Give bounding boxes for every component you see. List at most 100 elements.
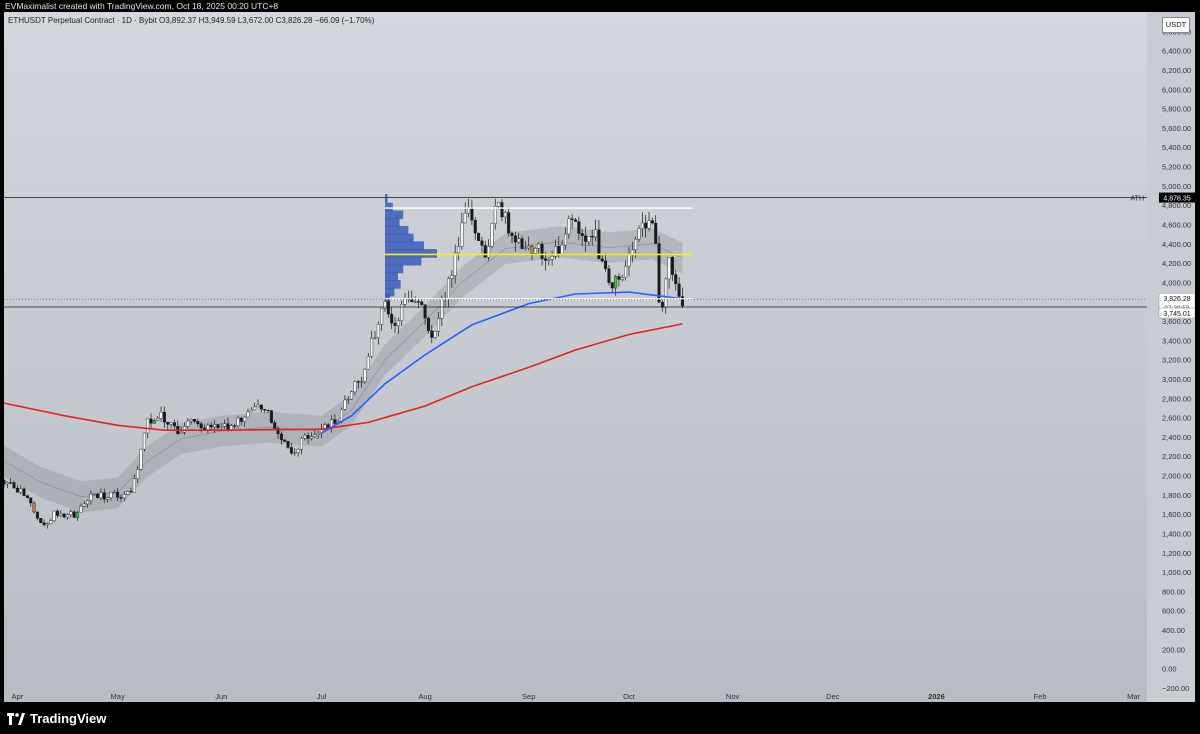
candle-body (122, 494, 126, 499)
candle-body (447, 278, 451, 299)
candle-body (286, 441, 290, 448)
candle-body (179, 432, 183, 435)
candle-body (4, 480, 6, 485)
candle-body (386, 301, 390, 315)
candle-body (263, 409, 267, 411)
candle-body (246, 411, 250, 418)
candle-body (19, 488, 23, 493)
candle-body (647, 220, 651, 229)
candle-body (186, 420, 190, 427)
candle-body (650, 220, 654, 224)
volume-profile-bar (385, 293, 391, 303)
candle-body (283, 439, 287, 442)
candle-body (172, 422, 176, 427)
price-tick-label: 1,800.00 (1162, 491, 1191, 500)
price-tick-label: 3,400.00 (1162, 336, 1191, 345)
candle-body (570, 218, 574, 220)
mark-price-text: 3,745.01 (1163, 311, 1190, 318)
candle-body (89, 494, 93, 501)
candle-body (460, 222, 464, 247)
price-tick-label: 4,000.00 (1162, 278, 1191, 287)
candle-body (430, 330, 434, 338)
tradingview-logo[interactable]: TradingView (7, 711, 106, 726)
candle-body (420, 301, 424, 305)
currency-unit-button[interactable]: USDT (1162, 17, 1190, 33)
candle-body (503, 212, 507, 218)
candle-body (156, 418, 160, 421)
price-tick-label: 600.00 (1162, 607, 1185, 616)
candle-body (670, 257, 674, 275)
price-tick-label: 6,400.00 (1162, 47, 1191, 56)
price-tick-label: 5,200.00 (1162, 163, 1191, 172)
price-tick-label: 2,200.00 (1162, 452, 1191, 461)
volume-profile-bar (385, 194, 388, 203)
candle-body (182, 426, 186, 433)
candle-body (450, 275, 454, 279)
candle-body (273, 422, 277, 429)
candle-body (353, 381, 357, 393)
candle-body (373, 337, 377, 339)
price-tick-label: 800.00 (1162, 587, 1185, 596)
candle-body (500, 202, 504, 218)
candle-body (483, 245, 487, 258)
candle-body (99, 492, 103, 499)
candle-body (152, 420, 156, 424)
candle-body (436, 318, 440, 332)
candle-body (510, 232, 514, 237)
candle-body (29, 497, 33, 504)
candle-body (363, 368, 367, 382)
candle-body (557, 246, 561, 254)
candle-body (527, 245, 531, 249)
price-tick-label: 200.00 (1162, 645, 1185, 654)
footer-bar: TradingView (0, 702, 1200, 734)
candle-body (433, 331, 437, 338)
price-tick-label: 5,000.00 (1162, 182, 1191, 191)
candle-body (470, 207, 474, 221)
candle-body (149, 418, 153, 424)
candle-body (654, 222, 658, 244)
candle-body (497, 202, 501, 207)
candle-body (513, 235, 517, 243)
price-tick-label: 2,800.00 (1162, 394, 1191, 403)
price-chart[interactable]: −200.00 0.00 200.00 400.00 600.00 800.00 1,000… (4, 12, 1195, 702)
candle-body (303, 435, 307, 439)
candle-body (580, 233, 584, 237)
price-tick-label: 3,600.00 (1162, 317, 1191, 326)
candle-body (440, 298, 444, 319)
candle-body (192, 418, 196, 422)
volume-profile-bar (385, 249, 437, 258)
candle-body (249, 409, 253, 413)
candle-body (607, 268, 611, 283)
price-tick-label: 5,600.00 (1162, 124, 1191, 133)
volume-profile-bar (385, 202, 393, 212)
candle-body (116, 491, 120, 498)
price-tick-label: 1,000.00 (1162, 568, 1191, 577)
candle-body (543, 258, 547, 261)
candle-body (62, 513, 66, 518)
candle-body (223, 423, 227, 427)
candle-body (209, 424, 213, 428)
candle-body (617, 276, 621, 280)
time-tick-label: May (111, 692, 125, 701)
candle-body (189, 418, 193, 422)
candle-body (206, 424, 210, 430)
candle-body (520, 238, 524, 249)
candle-body (517, 238, 521, 243)
chart-plot-area[interactable]: −200.00 0.00 200.00 400.00 600.00 800.00 1,000… (4, 12, 1195, 702)
candle-body (109, 492, 113, 499)
price-tick-label: 5,800.00 (1162, 105, 1191, 114)
time-tick-label: Sep (522, 692, 535, 701)
chart-window: EVMaximalist created with TradingView.co… (0, 0, 1200, 734)
candle-body (574, 219, 578, 222)
candle-body (266, 409, 270, 412)
candle-body (102, 492, 106, 500)
price-tick-label: 1,400.00 (1162, 529, 1191, 538)
candle-body (129, 491, 133, 493)
candle-body (259, 404, 263, 410)
candle-body (634, 238, 638, 251)
volume-profile-bar (385, 256, 422, 266)
candle-body (219, 426, 223, 428)
candle-body (507, 212, 511, 234)
candle-body (32, 502, 36, 513)
time-axis: Apr May Jun Jul Aug Sep Oct Nov Dec 2026 Feb Mar (12, 692, 1141, 701)
